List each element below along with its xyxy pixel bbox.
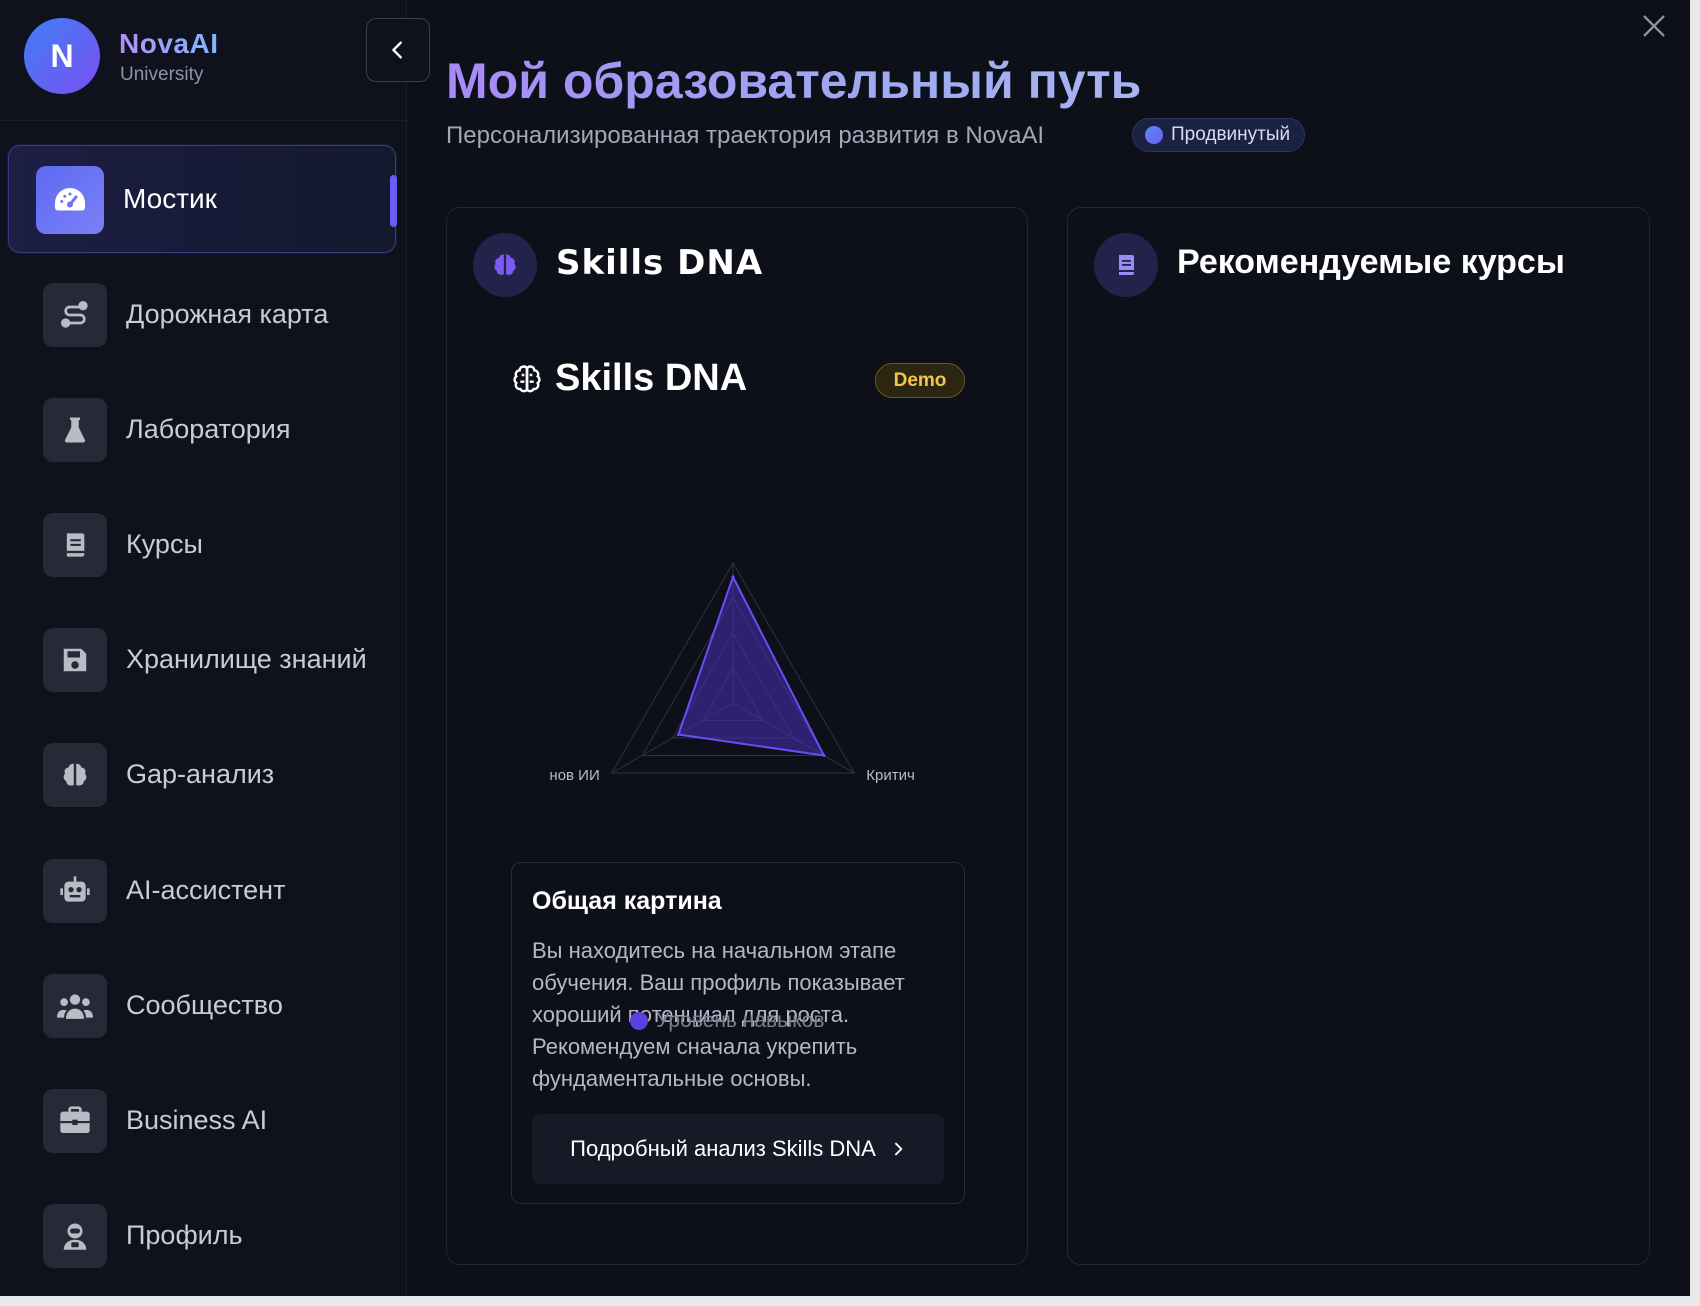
sidebar-item-courses[interactable]: Курсы [8,492,396,600]
collapse-sidebar-button[interactable] [366,18,430,82]
brain-outline-icon [513,364,541,392]
skills-dna-heading: Skills DNA [511,357,747,400]
level-badge: Продвинутый [1132,118,1306,152]
sidebar-item-gap-analysis[interactable]: Gap-анализ [8,722,396,830]
page-title: Мой образовательный путь [446,53,1142,109]
sidebar-item-bridge[interactable]: Мостик [8,145,397,253]
detailed-analysis-label: Подробный анализ Skills DNA [570,1136,876,1161]
sidebar-item-roadmap[interactable]: Дорожная карта [8,262,396,370]
brand[interactable]: N NovaAI University [24,18,324,96]
sidebar-item-label: Business AI [126,1105,268,1135]
sidebar-item-label: Сообщество [126,990,283,1020]
sidebar-item-label: Дорожная карта [126,299,329,329]
level-dot-icon [1145,126,1163,144]
skills-dna-card: Skills DNA Skills DNA Demo Этические асп… [446,207,1028,1265]
sidebar-item-ai-assistant[interactable]: AI-ассистент [8,838,396,946]
sidebar: N NovaAI University Мостик Дорожная карт… [0,0,407,1296]
detailed-analysis-button[interactable]: Подробный анализ Skills DNA [532,1114,944,1184]
radar-series-area [677,574,826,757]
chevron-right-icon [894,1142,903,1156]
users-icon [43,974,107,1038]
recommended-courses-card: Рекомендуемые курсы [1067,207,1650,1265]
window-edge-bottom [0,1296,1700,1306]
level-badge-label: Продвинутый [1171,124,1291,145]
flask-icon [43,398,107,462]
active-indicator [390,175,397,227]
chevron-left-icon [392,41,402,59]
app-window: N NovaAI University Мостик Дорожная карт… [0,0,1690,1296]
sidebar-item-label: Профиль [126,1220,243,1250]
overview-panel: Общая картина Вы находитесь на начальном… [511,862,965,1204]
brand-avatar: N [24,18,100,94]
radar-axis-label: Этические аспекты использования ИИ [599,538,867,541]
demo-badge: Demo [875,363,965,398]
sidebar-item-label: Gap-анализ [126,759,275,789]
divider [0,120,407,121]
close-icon [1643,15,1665,37]
overview-text: Вы находитесь на начальном этапе обучени… [532,938,905,1091]
briefcase-icon [43,1089,107,1153]
brain-icon [43,743,107,807]
sidebar-item-label: AI-ассистент [126,875,286,905]
brain-icon [473,233,537,297]
radar-data-point [822,754,826,757]
sidebar-item-label: Курсы [126,529,203,559]
window-edge-right [1690,0,1700,1306]
overview-title: Общая картина [532,887,722,915]
book-icon [1094,233,1158,297]
sidebar-item-label: Мостик [123,183,217,214]
sidebar-item-label: Лаборатория [126,414,291,444]
sidebar-item-knowledge-base[interactable]: Хранилище знаний [8,607,396,715]
skills-dna-inner-title: Skills DNA [555,357,748,399]
brand-name: NovaAI [119,28,219,59]
courses-card-title: Рекомендуемые курсы [1177,243,1565,281]
sidebar-item-label: Хранилище знаний [126,644,367,674]
radar-data-point [676,733,680,736]
robot-icon [43,859,107,923]
radar-axis-label: нов ИИ [549,767,599,784]
page-subtitle: Персонализированная траектория развития … [446,122,1045,149]
skills-card-title: Skills DNA [556,243,764,283]
route-icon [43,283,107,347]
sidebar-item-community[interactable]: Сообщество [8,953,396,1061]
save-disk-icon [43,628,107,692]
skills-radar-chart: Этические аспекты использования ИИ Критич… [549,538,929,838]
radar-axis-label: Критич [866,767,915,784]
brand-subtitle: University [120,64,204,85]
close-button[interactable] [1640,12,1668,40]
book-icon [43,513,107,577]
radar-data-point [731,575,735,579]
user-astronaut-icon [43,1204,107,1268]
sidebar-item-profile[interactable]: Профиль [8,1183,396,1291]
radar-svg: Этические аспекты использования ИИ Критич… [549,538,915,784]
dashboard-gauge-icon [36,166,104,234]
sidebar-item-lab[interactable]: Лаборатория [8,377,396,485]
sidebar-item-business-ai[interactable]: Business AI [8,1068,396,1176]
